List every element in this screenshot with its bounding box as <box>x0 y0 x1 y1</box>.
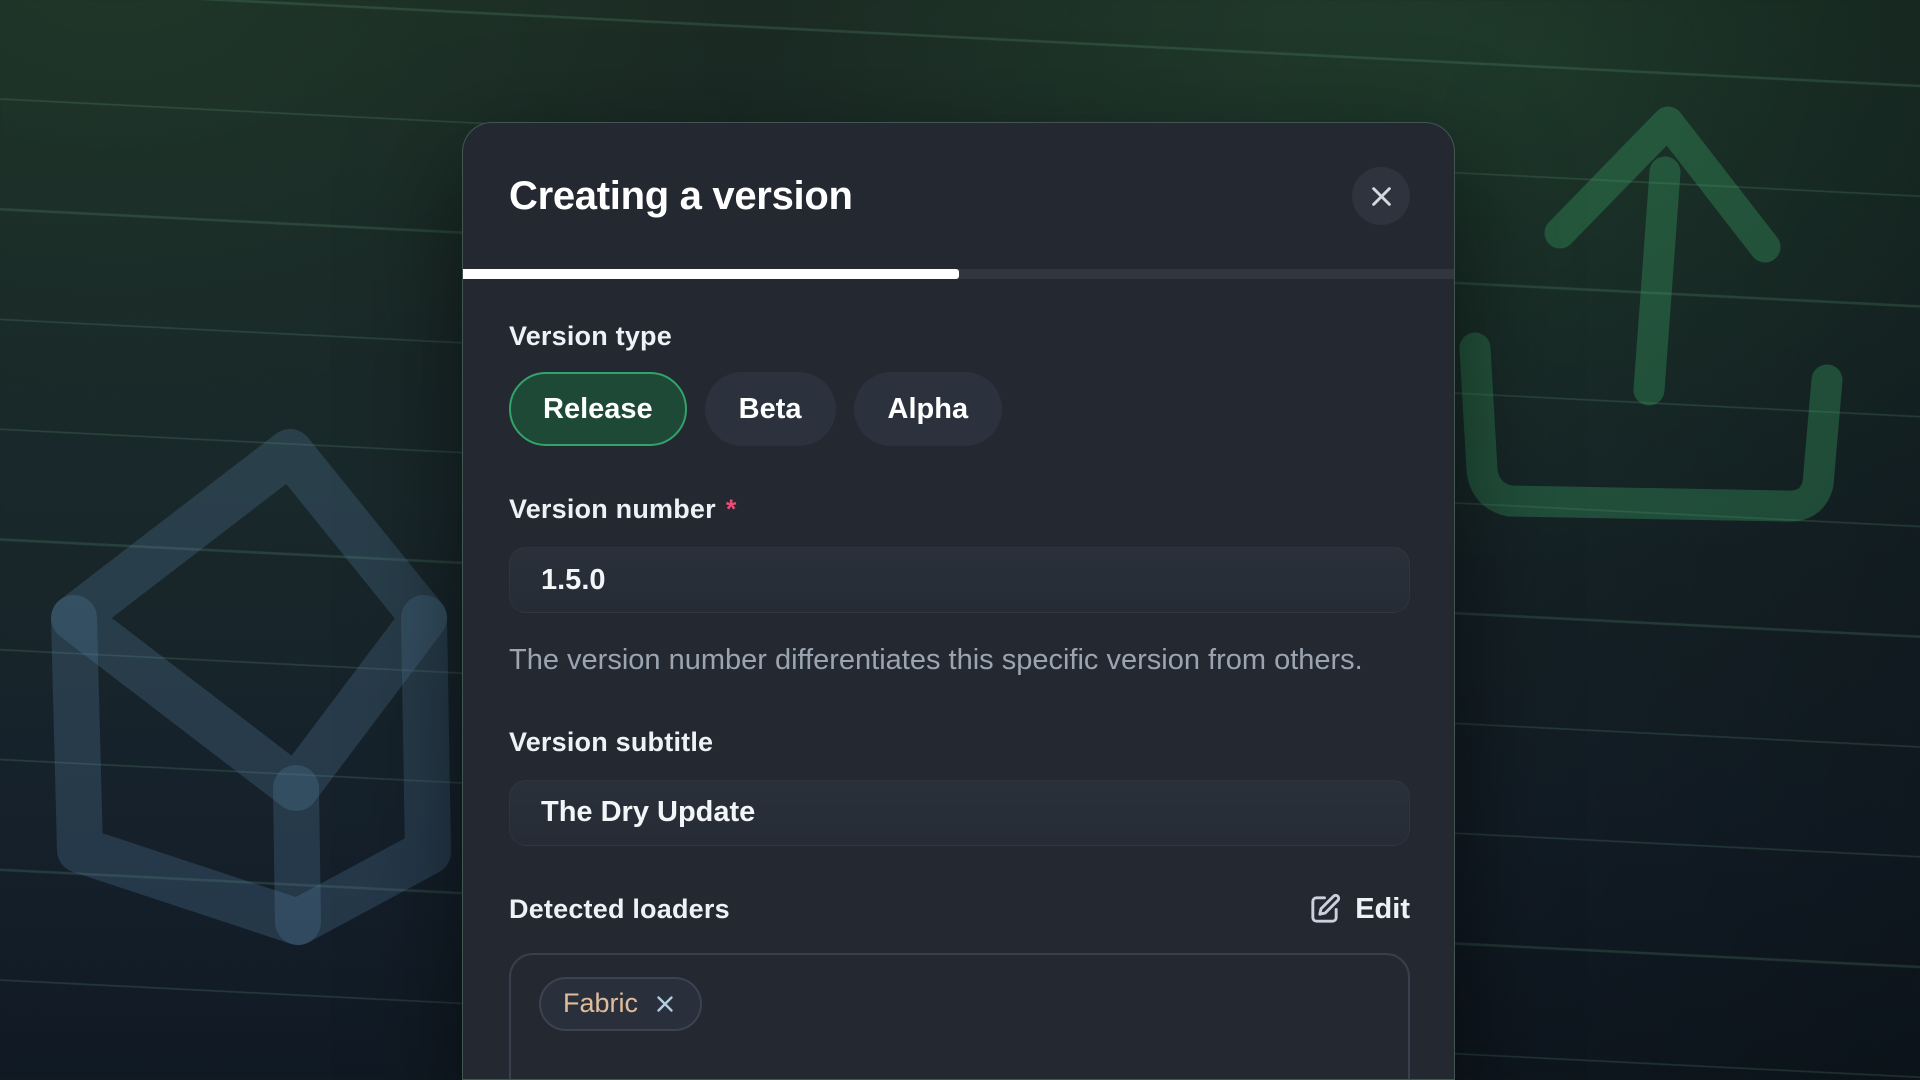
page-background: { "modal": { "title": "Creating a versio… <box>0 0 1920 1080</box>
create-version-modal: Creating a version Version type Release … <box>462 122 1455 1080</box>
required-asterisk: * <box>726 494 737 525</box>
version-subtitle-label: Version subtitle <box>509 727 1410 758</box>
detected-loaders-box: Fabric <box>509 953 1410 1080</box>
version-number-help: The version number differentiates this s… <box>509 639 1369 683</box>
edit-label: Edit <box>1355 893 1410 926</box>
version-number-label: Version number <box>509 494 716 525</box>
close-button[interactable] <box>1352 167 1410 225</box>
version-type-options: Release Beta Alpha <box>509 372 1410 446</box>
detected-loaders-label: Detected loaders <box>509 894 730 925</box>
version-type-beta-button[interactable]: Beta <box>705 372 836 446</box>
version-type-release-button[interactable]: Release <box>509 372 687 446</box>
version-number-input[interactable] <box>509 547 1410 613</box>
version-type-alpha-button[interactable]: Alpha <box>854 372 1003 446</box>
edit-loaders-button[interactable]: Edit <box>1307 892 1410 927</box>
box-icon <box>74 452 428 922</box>
modal-header: Creating a version <box>463 123 1454 269</box>
loader-chip-label: Fabric <box>563 988 638 1019</box>
page-title: Creating a version <box>509 174 853 219</box>
upload-arrow-icon <box>1475 122 1827 506</box>
loader-chip-fabric: Fabric <box>539 977 702 1031</box>
chip-remove-button[interactable] <box>652 991 678 1017</box>
modal-body: Version type Release Beta Alpha Version … <box>463 279 1454 1080</box>
version-type-label: Version type <box>509 321 1410 352</box>
progress-bar <box>463 269 1454 279</box>
close-icon <box>1368 183 1395 210</box>
edit-pencil-icon <box>1307 892 1342 927</box>
progress-fill <box>463 269 959 279</box>
version-subtitle-input[interactable] <box>509 780 1410 846</box>
remove-x-icon <box>652 991 678 1017</box>
